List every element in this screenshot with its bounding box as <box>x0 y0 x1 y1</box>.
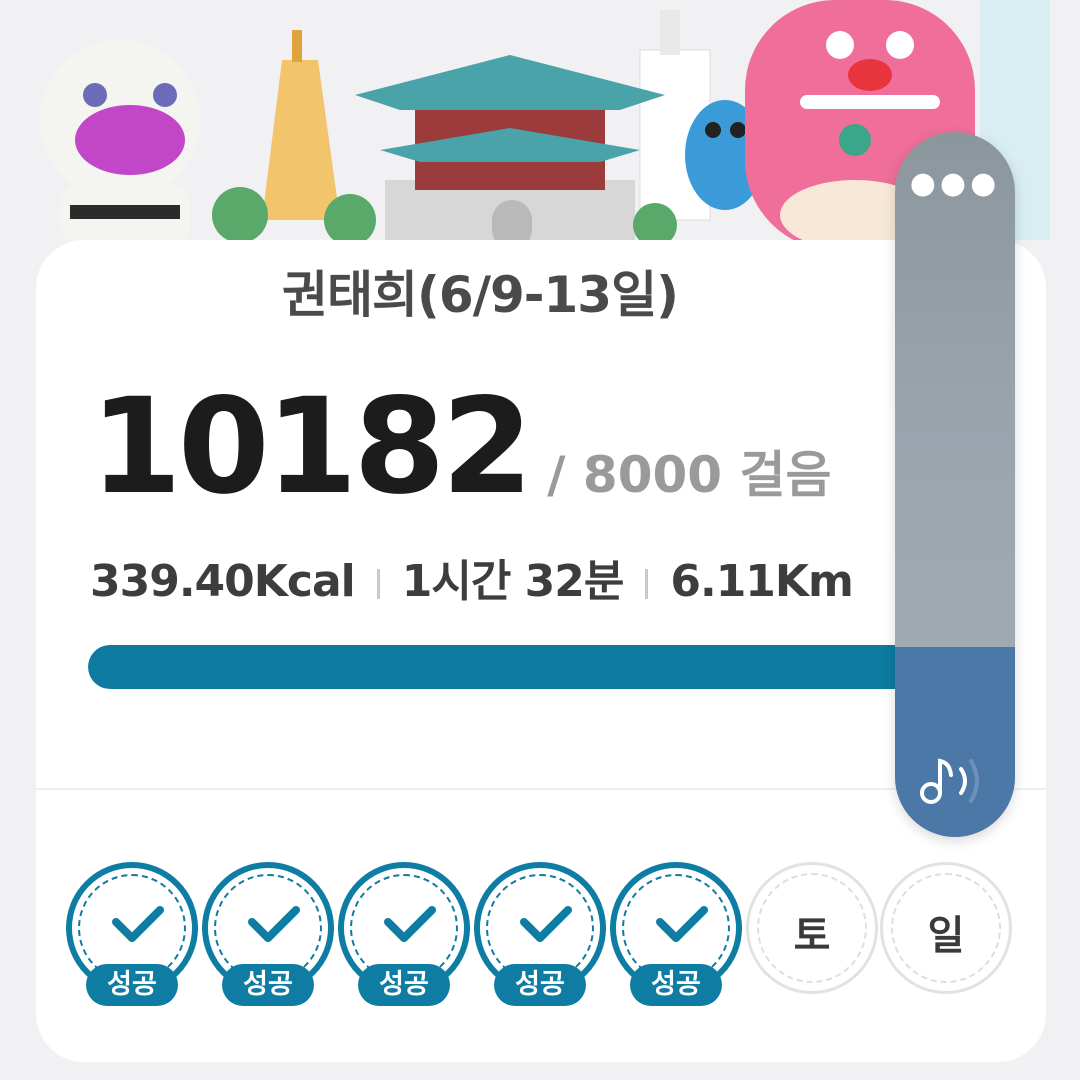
day-badge-saturday[interactable]: 토 <box>746 862 878 994</box>
step-progress-fill <box>88 645 948 689</box>
day-badge-5[interactable]: 성공 <box>610 862 742 1006</box>
success-badge: 성공 <box>358 964 450 1006</box>
duration-value: 1시간 32분 <box>401 556 625 607</box>
stat-divider <box>645 569 649 599</box>
day-badge-3[interactable]: 성공 <box>338 862 470 1006</box>
checkmark-icon <box>112 906 164 942</box>
calories-value: 339.40Kcal <box>90 556 356 607</box>
checkmark-icon <box>384 906 436 942</box>
day-badge-4[interactable]: 성공 <box>474 862 606 1006</box>
page-title: 권태희(6/9-13일) <box>282 266 679 324</box>
success-badge: 성공 <box>630 964 722 1006</box>
distance-value: 6.11Km <box>670 556 854 607</box>
step-count: 10182 <box>90 370 533 524</box>
checkmark-icon <box>248 906 300 942</box>
weekly-progress: 성공 성공 성공 성공 성공 토 일 <box>66 862 1026 1012</box>
success-badge: 성공 <box>222 964 314 1006</box>
day-badge-2[interactable]: 성공 <box>202 862 334 1006</box>
success-badge: 성공 <box>494 964 586 1006</box>
checkmark-icon <box>520 906 572 942</box>
music-note-icon[interactable] <box>917 751 987 811</box>
more-dots-icon[interactable]: ●●● <box>895 169 1015 199</box>
day-badge-1[interactable]: 성공 <box>66 862 198 1006</box>
volume-slider[interactable]: ●●● <box>895 132 1015 837</box>
day-label: 일 <box>927 913 965 959</box>
checkmark-icon <box>656 906 708 942</box>
day-label: 토 <box>793 913 831 959</box>
day-badge-sunday[interactable]: 일 <box>880 862 1012 994</box>
step-goal: / 8000 걸음 <box>547 446 832 504</box>
success-badge: 성공 <box>86 964 178 1006</box>
stats-row: 339.40Kcal 1시간 32분 6.11Km <box>90 545 854 609</box>
step-count-row: 10182/ 8000 걸음 <box>90 370 831 524</box>
stat-divider <box>376 569 380 599</box>
step-progress-bar <box>88 645 948 689</box>
